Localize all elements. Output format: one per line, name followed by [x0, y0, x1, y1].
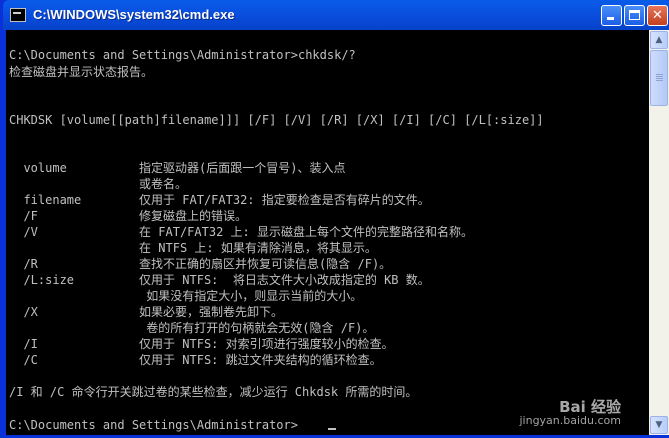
text-cursor	[328, 428, 336, 430]
watermark-logo: Bai 经验	[559, 398, 621, 416]
watermark-url: jingyan.baidu.com	[519, 414, 621, 427]
console-line-v: /V 在 FAT/FAT32 上: 显示磁盘上每个文件的完整路径和名称。	[9, 225, 473, 239]
scroll-up-icon: ▲	[655, 35, 663, 45]
console-line-x-cont: 卷的所有打开的句柄就会无效(隐含 /F)。	[9, 321, 375, 335]
console-line-volume-cont: 或卷名。	[9, 177, 188, 191]
console-line-filename: filename 仅用于 FAT/FAT32: 指定要检查是否有碎片的文件。	[9, 193, 430, 207]
console-line-lsize-cont: 如果没有指定大小，则显示当前的大小。	[9, 289, 363, 303]
close-button[interactable]: ✕	[647, 5, 668, 26]
console-line-note: /I 和 /C 命令行开关跳过卷的某些检查，减少运行 Chkdsk 所需的时间。	[9, 385, 418, 399]
window-title: C:\WINDOWS\system32\cmd.exe	[33, 7, 235, 22]
maximize-icon	[629, 10, 640, 20]
close-icon: ✕	[652, 8, 663, 23]
cmd-app-icon[interactable]	[10, 8, 26, 22]
minimize-icon	[607, 17, 614, 20]
title-bar[interactable]: C:\WINDOWS\system32\cmd.exe ✕	[3, 0, 669, 30]
scroll-down-icon: ▼	[655, 420, 663, 430]
console-line-prompt-command: C:\Documents and Settings\Administrator>…	[9, 48, 356, 62]
console-line-lsize: /L:size 仅用于 NTFS: 将日志文件大小改成指定的 KB 数。	[9, 273, 430, 287]
console-line-r: /R 查找不正确的扇区并恢复可读信息(隐含 /F)。	[9, 257, 392, 271]
console-line-i: /I 仅用于 NTFS: 对索引项进行强度较小的检查。	[9, 337, 394, 351]
minimize-button[interactable]	[601, 5, 622, 26]
scroll-up-button[interactable]: ▲	[650, 31, 668, 49]
maximize-button[interactable]	[624, 5, 645, 26]
console-line-syntax: CHKDSK [volume[[path]filename]]] [/F] [/…	[9, 113, 544, 127]
console-line-f: /F 修复磁盘上的错误。	[9, 209, 248, 223]
grip-line	[656, 80, 663, 81]
console-line-prompt: C:\Documents and Settings\Administrator>	[9, 418, 298, 432]
grip-line	[656, 76, 663, 77]
vertical-scrollbar[interactable]: ▲ ▼	[649, 30, 669, 435]
console-output[interactable]: C:\Documents and Settings\Administrator>…	[6, 30, 649, 435]
grip-line	[656, 74, 663, 75]
console-line-description: 检查磁盘并显示状态报告。	[9, 65, 154, 79]
cmd-window: C:\WINDOWS\system32\cmd.exe ✕ C:\Documen…	[0, 0, 669, 438]
console-line-x: /X 如果必要，强制卷先卸下。	[9, 305, 284, 319]
scroll-thumb[interactable]	[650, 50, 668, 106]
console-line-volume: volume 指定驱动器(后面跟一个冒号)、装入点	[9, 161, 346, 175]
watermark: Bai 经验 jingyan.baidu.com	[519, 398, 621, 428]
grip-line	[656, 78, 663, 79]
console-line-v-cont: 在 NTFS 上: 如果有清除消息，将其显示。	[9, 241, 377, 255]
console-line-c: /C 仅用于 NTFS: 跳过文件夹结构的循环检查。	[9, 353, 382, 367]
scroll-down-button[interactable]: ▼	[650, 416, 668, 434]
